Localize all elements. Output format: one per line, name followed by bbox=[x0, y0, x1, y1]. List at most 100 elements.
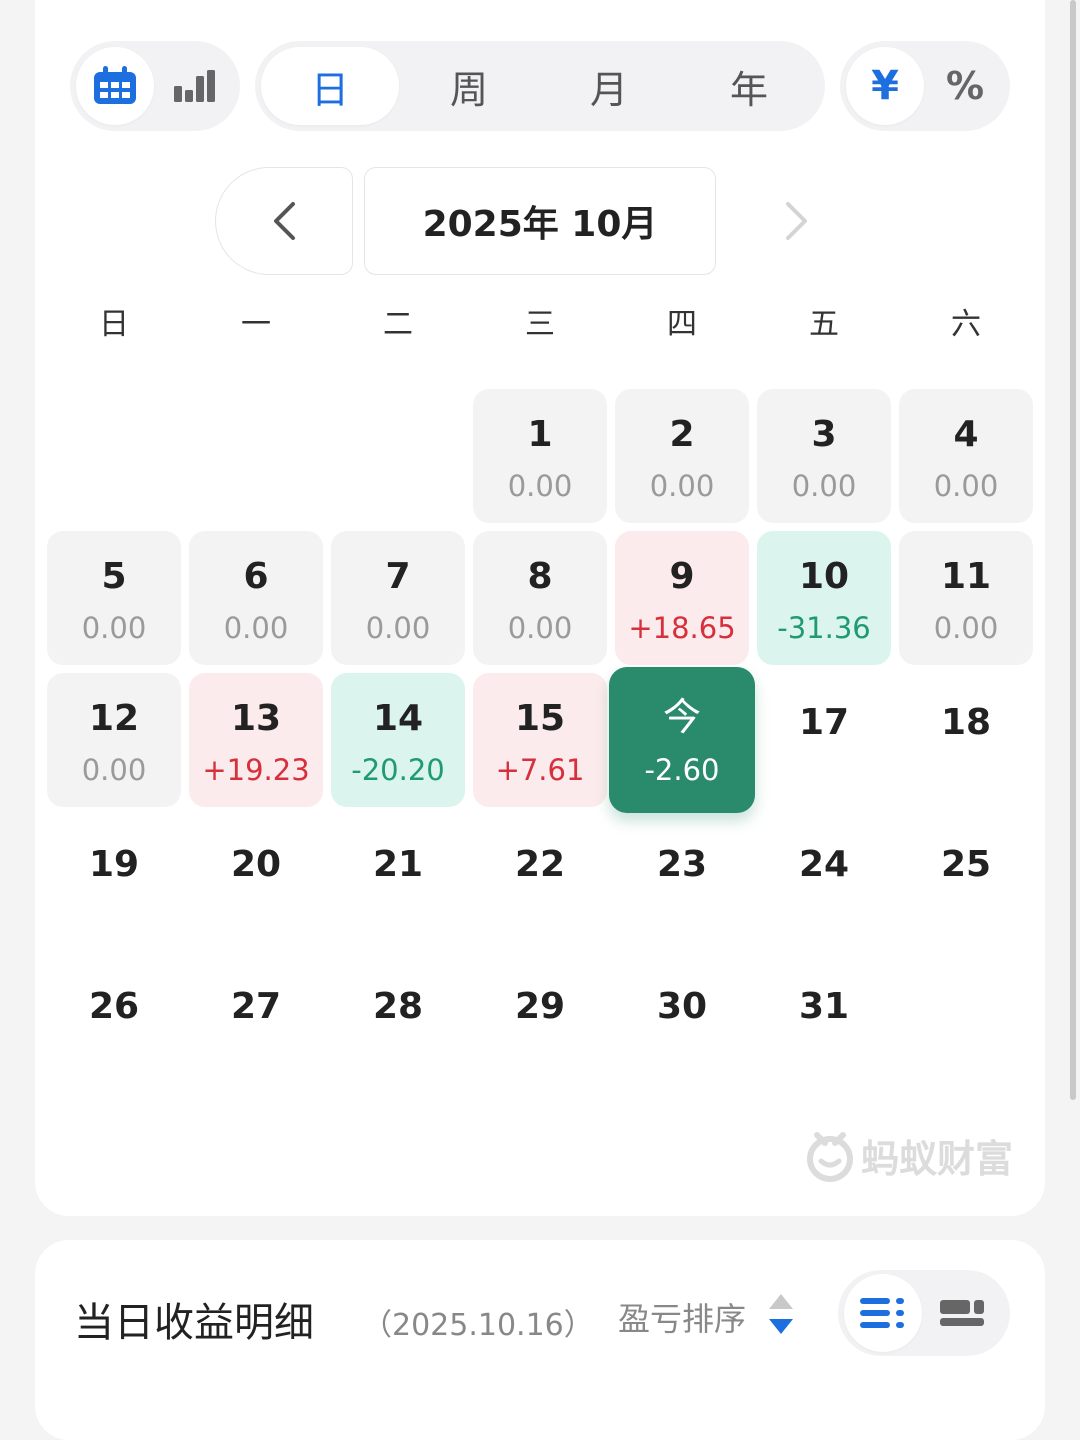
calendar-day[interactable]: 19 bbox=[47, 815, 181, 949]
detail-title: 当日收益明细 bbox=[74, 1300, 314, 1346]
chevron-left-icon bbox=[274, 202, 295, 240]
calendar-day[interactable]: 18 bbox=[899, 673, 1033, 807]
period-switch: 日 周 月 年 bbox=[255, 41, 825, 131]
unit-switch: ¥ % bbox=[840, 41, 1010, 131]
day-number: 30 bbox=[656, 986, 708, 1027]
calendar-day[interactable]: 15 +7.61 bbox=[473, 673, 607, 807]
weekday-label: 日 bbox=[99, 307, 129, 342]
watermark: 蚂蚁财富 bbox=[805, 1128, 1013, 1183]
unit-yuan-button[interactable]: ¥ bbox=[846, 47, 924, 125]
day-number: 25 bbox=[940, 844, 992, 885]
day-profit: 0.00 bbox=[223, 611, 289, 645]
day-profit: +7.61 bbox=[495, 753, 585, 787]
calendar-day[interactable]: 13 +19.23 bbox=[189, 673, 323, 807]
day-profit: -31.36 bbox=[777, 611, 871, 645]
scrollbar[interactable] bbox=[1070, 0, 1076, 1100]
calendar-day[interactable]: 1 0.00 bbox=[473, 389, 607, 523]
unit-percent-button[interactable]: % bbox=[926, 47, 1004, 125]
detail-date: （2025.10.16） bbox=[362, 1308, 594, 1343]
calendar-day[interactable]: 17 bbox=[757, 673, 891, 807]
day-number: 29 bbox=[514, 986, 566, 1027]
calendar-day[interactable]: 31 bbox=[757, 957, 891, 1091]
calendar-day[interactable]: 8 0.00 bbox=[473, 531, 607, 665]
calendar-day[interactable]: 29 bbox=[473, 957, 607, 1091]
calendar-day-today[interactable]: 今 -2.60 bbox=[609, 667, 755, 813]
day-profit: +19.23 bbox=[202, 753, 310, 787]
day-profit: -20.20 bbox=[351, 753, 445, 787]
day-number: 26 bbox=[88, 986, 140, 1027]
day-number: 17 bbox=[798, 702, 850, 743]
day-number: 10 bbox=[798, 556, 850, 597]
calendar-day[interactable]: 22 bbox=[473, 815, 607, 949]
calendar-day[interactable]: 30 bbox=[615, 957, 749, 1091]
calendar-day[interactable]: 6 0.00 bbox=[189, 531, 323, 665]
list-view-icon bbox=[860, 1298, 904, 1328]
day-number: 21 bbox=[372, 844, 424, 885]
day-profit: 0.00 bbox=[649, 469, 715, 503]
detail-view-switch bbox=[838, 1270, 1010, 1356]
day-number: 13 bbox=[230, 698, 282, 739]
day-profit: 0.00 bbox=[507, 611, 573, 645]
calendar-day[interactable]: 27 bbox=[189, 957, 323, 1091]
day-number: 22 bbox=[514, 844, 566, 885]
calendar-day[interactable]: 21 bbox=[331, 815, 465, 949]
day-number: 9 bbox=[669, 556, 695, 597]
day-profit: 0.00 bbox=[933, 469, 999, 503]
chart-view-button[interactable] bbox=[156, 47, 234, 125]
day-number: 1 bbox=[527, 414, 553, 455]
day-profit: 0.00 bbox=[507, 469, 573, 503]
calendar-day[interactable]: 7 0.00 bbox=[331, 531, 465, 665]
calendar-view-button[interactable] bbox=[76, 47, 154, 125]
calendar-day[interactable]: 12 0.00 bbox=[47, 673, 181, 807]
calendar-day[interactable]: 28 bbox=[331, 957, 465, 1091]
calendar-day[interactable]: 11 0.00 bbox=[899, 531, 1033, 665]
calendar-day[interactable]: 24 bbox=[757, 815, 891, 949]
prev-month-button[interactable] bbox=[215, 167, 353, 275]
calendar-day[interactable]: 25 bbox=[899, 815, 1033, 949]
weekday-label: 四 bbox=[667, 307, 697, 342]
weekday-label: 二 bbox=[383, 307, 413, 342]
sort-arrows-icon[interactable] bbox=[766, 1292, 796, 1336]
day-number: 2 bbox=[669, 414, 695, 455]
ant-logo-icon bbox=[807, 1131, 853, 1182]
tab-day[interactable]: 日 bbox=[261, 41, 399, 131]
card-view-button[interactable] bbox=[924, 1274, 1002, 1352]
calendar-day[interactable]: 23 bbox=[615, 815, 749, 949]
day-profit: -2.60 bbox=[644, 753, 720, 787]
day-number: 14 bbox=[372, 698, 424, 739]
month-title[interactable]: 2025年 10月 bbox=[364, 167, 716, 275]
calendar-day[interactable]: 14 -20.20 bbox=[331, 673, 465, 807]
tab-month[interactable]: 月 bbox=[539, 41, 679, 131]
calendar-day[interactable]: 26 bbox=[47, 957, 181, 1091]
calendar-day[interactable]: 2 0.00 bbox=[615, 389, 749, 523]
list-view-button[interactable] bbox=[844, 1274, 922, 1352]
day-number: 7 bbox=[385, 556, 411, 597]
card-view-icon bbox=[940, 1300, 984, 1326]
day-number: 今 bbox=[662, 695, 701, 739]
day-number: 6 bbox=[243, 556, 269, 597]
calendar-day[interactable]: 9 +18.65 bbox=[615, 531, 749, 665]
day-profit: 0.00 bbox=[365, 611, 431, 645]
tab-year[interactable]: 年 bbox=[679, 41, 819, 131]
weekday-label: 一 bbox=[241, 307, 271, 342]
calendar-day[interactable]: 10 -31.36 bbox=[757, 531, 891, 665]
calendar-day[interactable]: 4 0.00 bbox=[899, 389, 1033, 523]
day-number: 15 bbox=[514, 698, 566, 739]
day-number: 20 bbox=[230, 844, 282, 885]
day-profit: 0.00 bbox=[791, 469, 857, 503]
calendar-day[interactable]: 3 0.00 bbox=[757, 389, 891, 523]
calendar-day[interactable]: 20 bbox=[189, 815, 323, 949]
weekday-label: 五 bbox=[809, 307, 839, 342]
calendar-day[interactable]: 5 0.00 bbox=[47, 531, 181, 665]
sort-button[interactable]: 盈亏排序 bbox=[618, 1294, 746, 1340]
next-month-button[interactable] bbox=[728, 167, 866, 275]
day-number: 12 bbox=[88, 698, 140, 739]
day-number: 19 bbox=[88, 844, 140, 885]
day-number: 3 bbox=[811, 414, 837, 455]
day-profit: 0.00 bbox=[81, 753, 147, 787]
day-number: 28 bbox=[372, 986, 424, 1027]
day-profit: +18.65 bbox=[628, 611, 736, 645]
tab-week[interactable]: 周 bbox=[399, 41, 539, 131]
day-number: 4 bbox=[953, 414, 979, 455]
day-number: 27 bbox=[230, 986, 282, 1027]
